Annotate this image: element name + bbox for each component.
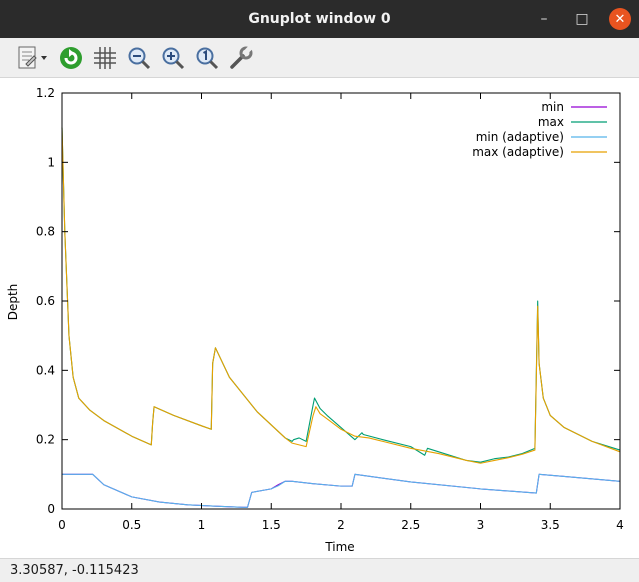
x-tick-label: 0.5 (122, 518, 141, 532)
window-controls: – □ ✕ (533, 0, 631, 38)
legend-label: max (538, 115, 564, 129)
grid-button[interactable] (90, 43, 120, 73)
legend-label: min (adaptive) (476, 130, 564, 144)
cursor-coordinates: 3.30587, -0.115423 (10, 563, 139, 578)
zoom-out-button[interactable] (124, 43, 154, 73)
toolbar (0, 38, 639, 78)
y-tick-label: 1 (47, 155, 55, 169)
window-title: Gnuplot window 0 (248, 11, 391, 27)
legend-label: max (adaptive) (472, 145, 564, 159)
settings-wrench-icon (230, 45, 253, 69)
y-tick-label: 0.8 (36, 225, 55, 239)
maximize-button[interactable]: □ (571, 8, 593, 30)
plot-area[interactable]: 0 0.5 1 1.5 2 2.5 3 3.5 4 0 0.2 0.4 0.6 0.8 1 1.2 min ma… (0, 79, 639, 558)
y-tick-label: 0.2 (36, 433, 55, 447)
x-tick-label: 2.5 (401, 518, 420, 532)
zoom-in-button[interactable] (158, 43, 188, 73)
close-button[interactable]: ✕ (609, 8, 631, 30)
x-tick-label: 3.5 (541, 518, 560, 532)
replot-button[interactable] (56, 43, 86, 73)
y-tick-label: 0.6 (36, 294, 55, 308)
x-tick-label: 4 (616, 518, 624, 532)
series-line-min-adaptive (62, 473, 621, 508)
y-tick-label: 1.2 (36, 86, 55, 100)
y-tick-label: 0 (47, 502, 55, 516)
y-axis-label: Depth (6, 284, 20, 321)
line-chart[interactable]: 0 0.5 1 1.5 2 2.5 3 3.5 400.20.40.60.811.2 minma… (0, 79, 639, 558)
grid-icon (94, 46, 116, 69)
legend-label: min (541, 100, 564, 114)
window-titlebar[interactable]: Gnuplot window 0 – □ ✕ (0, 0, 639, 38)
clipboard-export-icon (18, 46, 47, 68)
zoom-in-icon (162, 47, 185, 69)
clipboard-export-button[interactable] (12, 43, 52, 73)
x-tick-label: 1 (198, 518, 206, 532)
y-tick-label: 0.4 (36, 363, 55, 377)
status-bar: 3.30587, -0.115423 (0, 558, 639, 582)
x-tick-label: 2 (337, 518, 345, 532)
zoom-out-icon (128, 47, 151, 69)
x-axis-label: Time (324, 540, 354, 554)
x-tick-label: 0 (58, 518, 66, 532)
x-tick-label: 1.5 (262, 518, 281, 532)
zoom-previous-button[interactable] (192, 43, 222, 73)
settings-button[interactable] (226, 43, 256, 73)
minimize-button[interactable]: – (533, 8, 555, 30)
series-line-max (61, 127, 621, 463)
series-line-max-adaptive (61, 127, 621, 464)
zoom-previous-icon (196, 47, 219, 69)
replot-icon (60, 46, 82, 69)
x-tick-label: 3 (477, 518, 485, 532)
